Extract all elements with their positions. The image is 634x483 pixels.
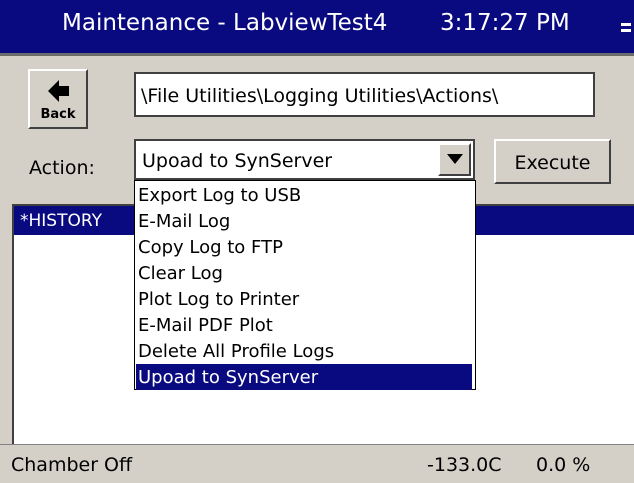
temperature-readout: -133.0C	[427, 454, 502, 476]
chevron-down-icon	[447, 154, 463, 164]
dropdown-option[interactable]: Copy Log to FTP	[136, 234, 472, 260]
dropdown-option-selected[interactable]: Upoad to SynServer	[136, 364, 472, 390]
dropdown-option[interactable]: Plot Log to Printer	[136, 286, 472, 312]
action-dropdown-list[interactable]: Export Log to USB E-Mail Log Copy Log to…	[134, 180, 476, 390]
status-bar: Chamber Off -133.0C 0.0 %	[0, 444, 634, 483]
percent-readout: 0.0 %	[536, 454, 591, 476]
dropdown-option[interactable]: E-Mail Log	[136, 208, 472, 234]
dropdown-option[interactable]: Clear Log	[136, 260, 472, 286]
back-button-label: Back	[40, 107, 76, 122]
action-label: Action:	[29, 157, 95, 179]
dropdown-option[interactable]: Delete All Profile Logs	[136, 338, 472, 364]
window-menu-icon[interactable]	[620, 20, 634, 36]
title-bar: Maintenance - LabviewTest4 3:17:27 PM	[0, 0, 634, 56]
chamber-status: Chamber Off	[11, 454, 133, 476]
action-select[interactable]: Upoad to SynServer	[134, 139, 475, 180]
window-title: Maintenance - LabviewTest4	[62, 10, 388, 36]
execute-button[interactable]: Execute	[494, 139, 611, 184]
clock-time: 3:17:27 PM	[440, 10, 570, 36]
action-select-value: Upoad to SynServer	[142, 150, 333, 172]
dropdown-option[interactable]: E-Mail PDF Plot	[136, 312, 472, 338]
dropdown-arrow-button[interactable]	[438, 143, 471, 176]
back-button[interactable]: Back	[28, 69, 88, 129]
path-field: \File Utilities\Logging Utilities\Action…	[134, 72, 595, 117]
dropdown-option[interactable]: Export Log to USB	[136, 182, 472, 208]
left-arrow-icon	[48, 80, 70, 106]
